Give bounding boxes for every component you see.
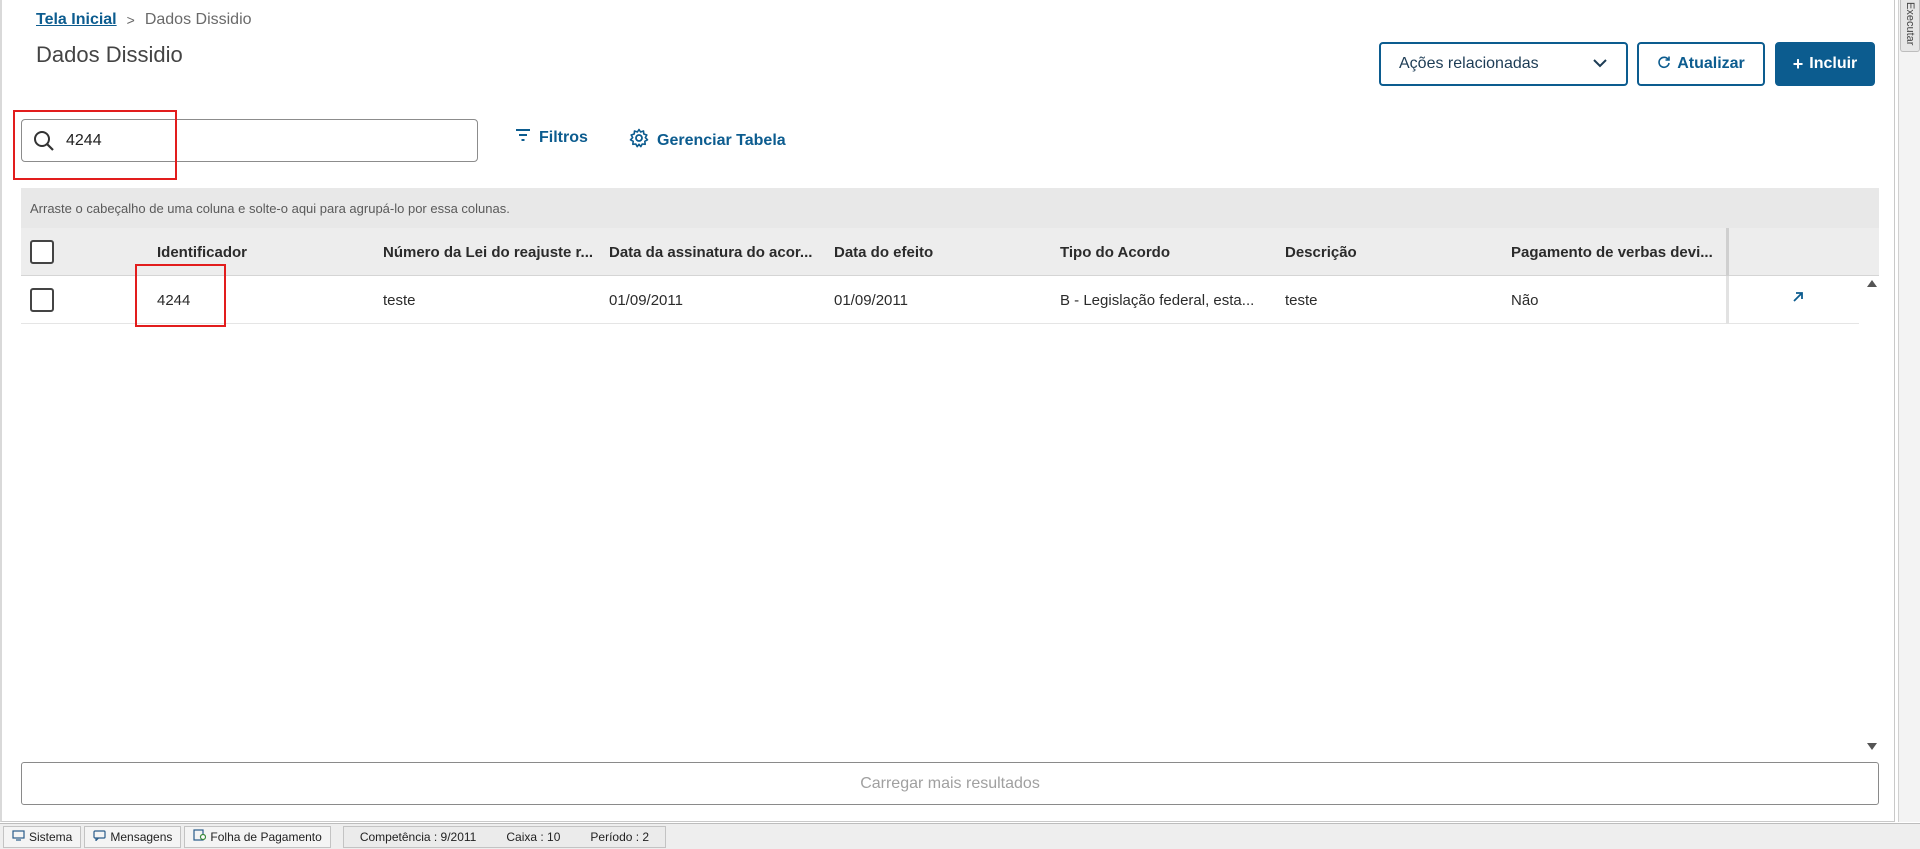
status-modulo-label: Folha de Pagamento <box>210 829 322 844</box>
cell-numero-lei: teste <box>383 291 416 309</box>
cell-pagamento: Não <box>1511 291 1539 309</box>
monitor-icon <box>12 829 25 844</box>
identifier-highlight-annotation <box>135 264 226 327</box>
gear-icon <box>629 128 649 153</box>
table-row[interactable]: 4244 teste 01/09/2011 01/09/2011 B - Leg… <box>21 276 1859 324</box>
search-highlight-annotation <box>13 110 177 180</box>
scroll-up-arrow-icon[interactable] <box>1867 280 1877 287</box>
refresh-icon <box>1657 55 1671 74</box>
scroll-down-arrow-icon[interactable] <box>1867 743 1877 750</box>
breadcrumb: Tela Inicial > Dados Dissidio <box>36 10 252 30</box>
column-header-pagamento[interactable]: Pagamento de verbas devi... <box>1511 228 1721 276</box>
column-divider[interactable] <box>1726 228 1729 276</box>
select-all-checkbox[interactable] <box>30 240 54 264</box>
add-label: Incluir <box>1809 55 1858 72</box>
breadcrumb-home-link[interactable]: Tela Inicial <box>36 11 117 29</box>
group-drop-zone[interactable]: Arraste o cabeçalho de uma coluna e solt… <box>21 188 1879 228</box>
add-button[interactable]: + Incluir <box>1775 42 1875 86</box>
status-sistema-label: Sistema <box>29 829 73 844</box>
side-panel: Executar <box>1898 0 1920 822</box>
filters-button[interactable]: Filtros <box>515 128 588 147</box>
row-divider <box>1726 276 1729 324</box>
row-select-checkbox[interactable] <box>30 288 54 312</box>
status-mensagens[interactable]: Mensagens <box>84 825 182 848</box>
load-more-button[interactable]: Carregar mais resultados <box>21 762 1879 805</box>
column-header-data-assinatura[interactable]: Data da assinatura do acor... <box>609 228 829 276</box>
message-icon <box>93 829 106 844</box>
plus-icon: + <box>1792 53 1804 74</box>
page-title: Dados Dissidio <box>36 42 183 67</box>
cell-tipo-acordo: B - Legislação federal, esta... <box>1060 291 1255 309</box>
breadcrumb-current: Dados Dissidio <box>144 11 252 28</box>
related-actions-label: Ações relacionadas <box>1399 55 1539 72</box>
cell-data-assinatura: 01/09/2011 <box>609 291 683 309</box>
refresh-button[interactable]: Atualizar <box>1637 42 1765 86</box>
status-sistema[interactable]: Sistema <box>3 825 82 848</box>
manage-table-label: Gerenciar Tabela <box>657 131 786 149</box>
status-bar: Sistema Mensagens Folha de Pagamento Com… <box>0 823 1920 849</box>
execute-tab[interactable]: Executar <box>1900 0 1920 52</box>
cell-data-efeito: 01/09/2011 <box>834 291 908 309</box>
table-scrollbar[interactable] <box>1864 276 1879 754</box>
execute-tab-label: Executar <box>1904 2 1916 46</box>
chevron-down-icon <box>1592 55 1608 73</box>
status-info: Competência : 9/2011 Caixa : 10 Período … <box>342 825 667 848</box>
column-header-numero-lei[interactable]: Número da Lei do reajuste r... <box>383 228 603 276</box>
column-header-data-efeito[interactable]: Data do efeito <box>834 228 1054 276</box>
status-modulo[interactable]: Folha de Pagamento <box>184 825 331 848</box>
cell-descricao: teste <box>1285 291 1318 309</box>
filters-label: Filtros <box>539 128 588 146</box>
status-competencia: Competência : 9/2011 <box>359 829 477 844</box>
status-mensagens-label: Mensagens <box>110 829 173 844</box>
manage-table-button[interactable]: Gerenciar Tabela <box>629 128 786 153</box>
breadcrumb-separator: > <box>126 12 135 28</box>
filter-icon <box>515 128 531 147</box>
app-root: Tela Inicial > Dados Dissidio Dados Diss… <box>0 0 1920 849</box>
module-icon <box>193 829 207 844</box>
table-header: Identificador Número da Lei do reajuste … <box>21 228 1879 276</box>
main-panel: Tela Inicial > Dados Dissidio Dados Diss… <box>0 0 1895 822</box>
status-caixa: Caixa : 10 <box>506 829 561 844</box>
open-detail-icon[interactable] <box>1792 290 1804 308</box>
column-header-tipo-acordo[interactable]: Tipo do Acordo <box>1060 228 1280 276</box>
column-header-descricao[interactable]: Descrição <box>1285 228 1505 276</box>
refresh-label: Atualizar <box>1677 55 1745 72</box>
status-periodo: Período : 2 <box>590 829 650 844</box>
related-actions-dropdown[interactable]: Ações relacionadas <box>1379 42 1628 86</box>
group-hint-text: Arraste o cabeçalho de uma coluna e solt… <box>30 200 510 216</box>
